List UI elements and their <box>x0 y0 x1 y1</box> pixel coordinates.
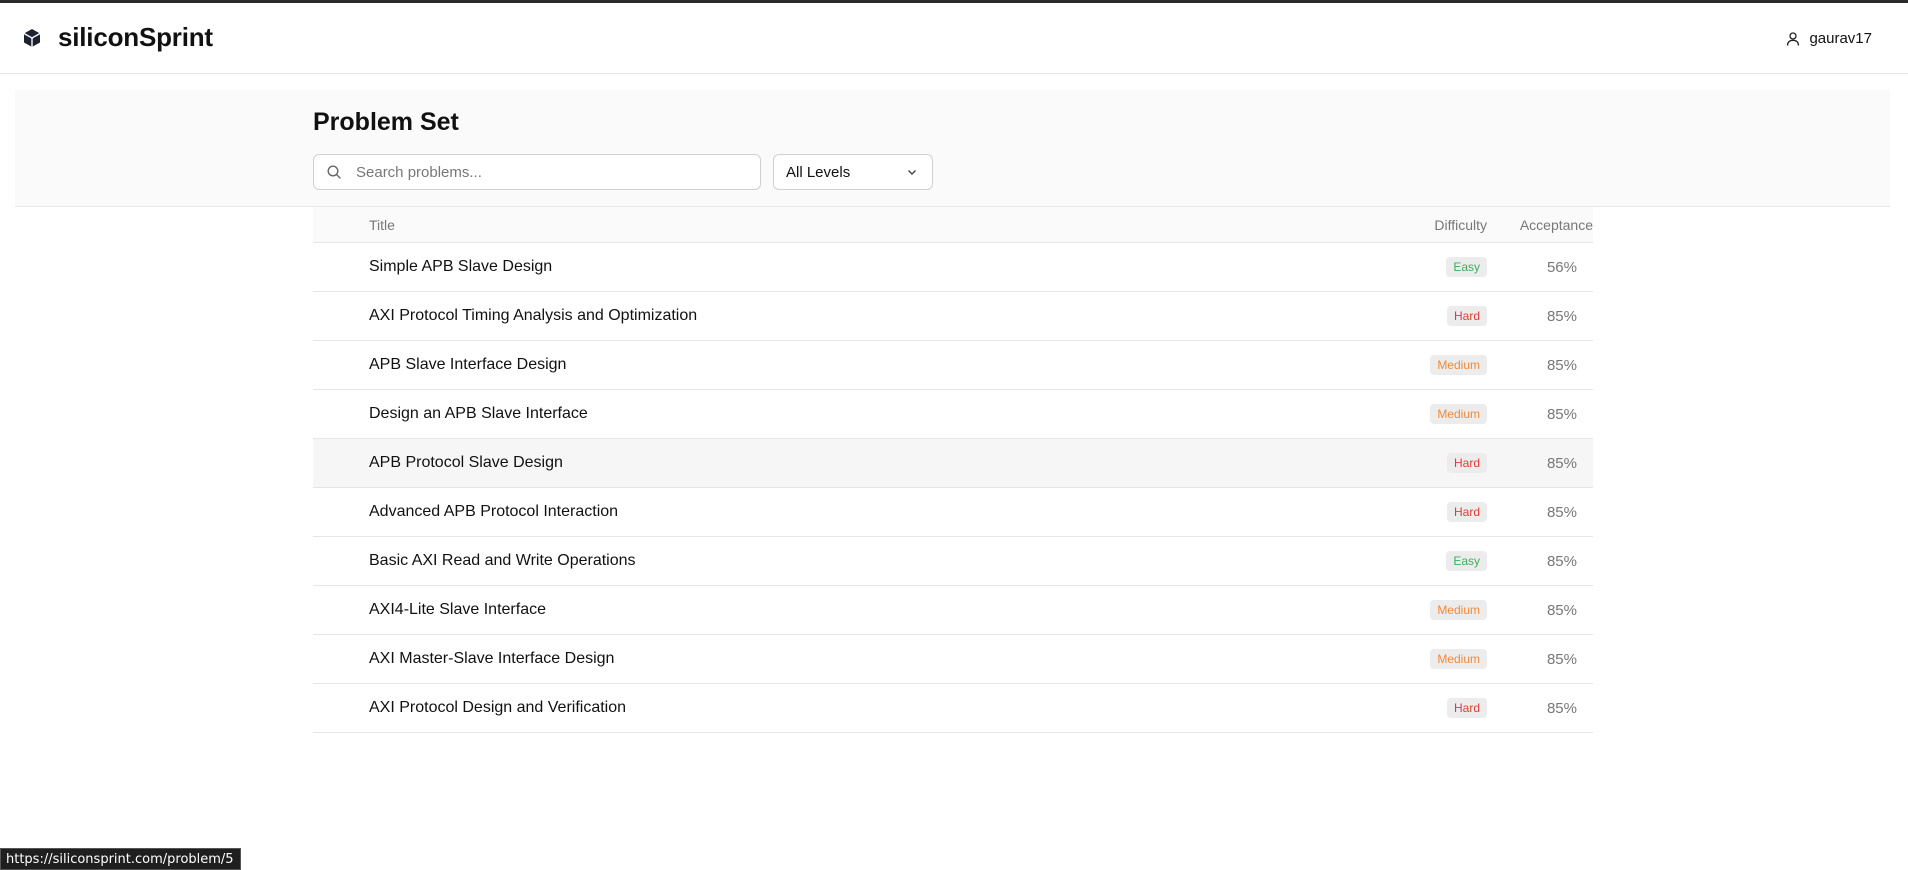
table-row[interactable]: Advanced APB Protocol Interaction Hard 8… <box>313 488 1593 537</box>
search-box[interactable] <box>313 154 761 190</box>
table-row[interactable]: AXI Master-Slave Interface Design Medium… <box>313 635 1593 684</box>
hexagon-logo-icon <box>23 28 41 47</box>
navbar: siliconSprint gaurav17 <box>0 3 1908 74</box>
difficulty-badge: Medium <box>1430 600 1487 620</box>
column-header-title[interactable]: Title <box>369 217 395 233</box>
problem-title[interactable]: AXI Master-Slave Interface Design <box>369 650 614 668</box>
problem-title[interactable]: Simple APB Slave Design <box>369 258 552 276</box>
table-row[interactable]: AXI4-Lite Slave Interface Medium 85% <box>313 586 1593 635</box>
acceptance-rate: 56% <box>1546 259 1577 276</box>
acceptance-rate: 85% <box>1546 504 1577 521</box>
table-row[interactable]: Simple APB Slave Design Easy 56% <box>313 243 1593 292</box>
filter-section <box>15 90 1890 207</box>
table-row[interactable]: AXI Protocol Design and Verification Har… <box>313 684 1593 733</box>
brand-name: siliconSprint <box>58 22 213 52</box>
username: gaurav17 <box>1809 30 1872 47</box>
table-row[interactable]: APB Protocol Slave Design Hard 85% <box>313 439 1593 488</box>
user-icon <box>1787 31 1800 46</box>
table-row[interactable]: Design an APB Slave Interface Medium 85% <box>313 390 1593 439</box>
difficulty-badge: Hard <box>1446 306 1487 326</box>
level-filter-value: All Levels <box>786 163 851 181</box>
table-row[interactable]: Basic AXI Read and Write Operations Easy… <box>313 537 1593 586</box>
acceptance-rate: 85% <box>1546 553 1577 570</box>
difficulty-badge: Hard <box>1446 502 1487 522</box>
problem-title[interactable]: APB Slave Interface Design <box>369 356 566 374</box>
acceptance-rate: 85% <box>1546 357 1577 374</box>
acceptance-rate: 85% <box>1546 455 1577 472</box>
table-row[interactable]: APB Slave Interface Design Medium 85% <box>313 341 1593 390</box>
page-title: Problem Set <box>313 108 459 136</box>
problem-title[interactable]: APB Protocol Slave Design <box>369 454 563 472</box>
difficulty-badge: Hard <box>1446 698 1487 718</box>
difficulty-badge: Hard <box>1446 453 1487 473</box>
column-header-acceptance[interactable]: Acceptance <box>1520 217 1593 233</box>
search-icon <box>327 165 341 179</box>
table-row[interactable]: AXI Protocol Timing Analysis and Optimiz… <box>313 292 1593 341</box>
problem-title[interactable]: AXI4-Lite Slave Interface <box>369 601 546 619</box>
user-menu[interactable]: gaurav17 <box>1785 30 1872 47</box>
problem-title[interactable]: Basic AXI Read and Write Operations <box>369 552 636 570</box>
problem-title[interactable]: Design an APB Slave Interface <box>369 405 588 423</box>
acceptance-rate: 85% <box>1546 602 1577 619</box>
difficulty-badge: Easy <box>1446 551 1487 571</box>
acceptance-rate: 85% <box>1546 406 1577 423</box>
problem-title[interactable]: AXI Protocol Timing Analysis and Optimiz… <box>369 307 697 325</box>
brand[interactable]: siliconSprint <box>22 22 213 53</box>
column-header-difficulty[interactable]: Difficulty <box>1434 217 1487 233</box>
difficulty-badge: Easy <box>1446 257 1487 277</box>
problems-table: Title Difficulty Acceptance Simple APB S… <box>313 207 1593 733</box>
acceptance-rate: 85% <box>1546 308 1577 325</box>
status-bar-url: https://siliconsprint.com/problem/5 <box>0 848 241 870</box>
difficulty-badge: Medium <box>1430 404 1487 424</box>
difficulty-badge: Medium <box>1430 355 1487 375</box>
difficulty-badge: Medium <box>1430 649 1487 669</box>
problem-title[interactable]: AXI Protocol Design and Verification <box>369 699 626 717</box>
acceptance-rate: 85% <box>1546 700 1577 717</box>
acceptance-rate: 85% <box>1546 651 1577 668</box>
table-header: Title Difficulty Acceptance <box>313 207 1593 243</box>
level-filter-select[interactable]: All Levels <box>773 154 933 190</box>
chevron-down-icon <box>908 170 916 175</box>
problem-title[interactable]: Advanced APB Protocol Interaction <box>369 503 618 521</box>
search-input[interactable] <box>354 162 754 182</box>
